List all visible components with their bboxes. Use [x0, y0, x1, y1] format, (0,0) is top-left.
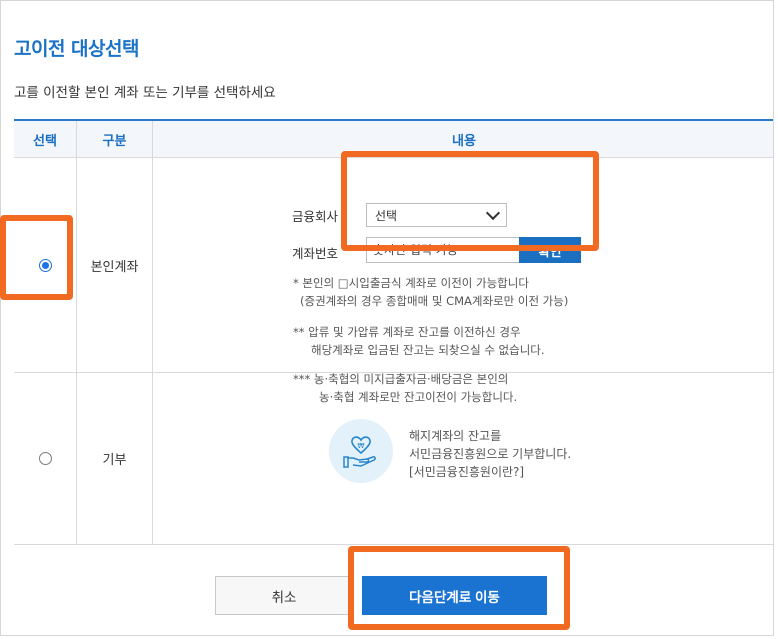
- selection-table: 선택 구분 내용 본인계좌 금융회사 선택 계좌번호 확인 * 본인의 □시입출…: [14, 119, 773, 545]
- table-header: 선택 구분 내용: [14, 121, 773, 158]
- header-select: 선택: [33, 133, 57, 149]
- dialog-frame: 고이전 대상선택 고를 이전할 본인 계좌 또는 기부를 선택하세요 선택 구분…: [0, 0, 774, 636]
- own-account-content: 금융회사 선택 계좌번호 확인 * 본인의 □시입출금식 계좌로 이전이 가능합…: [152, 158, 773, 404]
- page-subtitle: 고를 이전할 본인 계좌 또는 기부를 선택하세요: [14, 85, 276, 101]
- note-line-2: (증권계좌의 경우 종합매매 및 CMA계좌로만 이전 가능): [300, 294, 569, 308]
- svg-text:₩: ₩: [358, 442, 365, 450]
- account-label: 계좌번호: [292, 246, 339, 261]
- next-step-button[interactable]: 다음단계로 이동: [362, 576, 547, 615]
- note-line-3: ** 압류 및 가압류 계좌로 잔고를 이전하신 경우: [293, 325, 521, 339]
- note-line-4: 해당계좌로 입금된 잔고는 되찾으실 수 없습니다.: [311, 343, 545, 357]
- company-select-value: 선택: [375, 208, 398, 223]
- table-row-donate: 기부 ₩ 해지계좌의 잔고를 서민금융진흥원으로 기부합니다. [서민금융진흥원…: [14, 373, 773, 545]
- donate-radio[interactable]: [38, 452, 52, 465]
- company-select[interactable]: 선택: [366, 203, 507, 227]
- donate-line-2: 서민금융진흥원으로 기부합니다.: [409, 447, 572, 461]
- radio-dot: [41, 261, 49, 269]
- category-donate: 기부: [76, 373, 152, 544]
- cancel-button[interactable]: 취소: [215, 576, 353, 615]
- header-content: 내용: [152, 121, 773, 157]
- donate-line-1: 해지계좌의 잔고를: [409, 429, 502, 443]
- heart-hand-svg: ₩: [343, 436, 376, 468]
- category-own-account: 본인계좌: [76, 158, 152, 372]
- donate-info-link[interactable]: [서민금융진흥원이란?]: [409, 463, 571, 481]
- account-number-input[interactable]: [366, 237, 520, 263]
- own-account-radio[interactable]: [38, 258, 52, 272]
- page-title: 고이전 대상선택: [14, 38, 139, 60]
- confirm-button[interactable]: 확인: [519, 237, 581, 263]
- chevron-down-icon: [485, 205, 501, 220]
- heart-hand-icon: ₩: [329, 419, 393, 483]
- note-line-1: * 본인의 □시입출금식 계좌로 이전이 가능합니다: [293, 276, 529, 290]
- donate-content: ₩ 해지계좌의 잔고를 서민금융진흥원으로 기부합니다. [서민금융진흥원이란?…: [152, 373, 773, 544]
- donate-description: 해지계좌의 잔고를 서민금융진흥원으로 기부합니다. [서민금융진흥원이란?]: [409, 427, 571, 481]
- header-category: 구분: [76, 121, 152, 157]
- table-row-own-account: 본인계좌 금융회사 선택 계좌번호 확인 * 본인의 □시입출금식 계좌로 이전…: [14, 158, 773, 404]
- company-label: 금융회사: [292, 209, 339, 224]
